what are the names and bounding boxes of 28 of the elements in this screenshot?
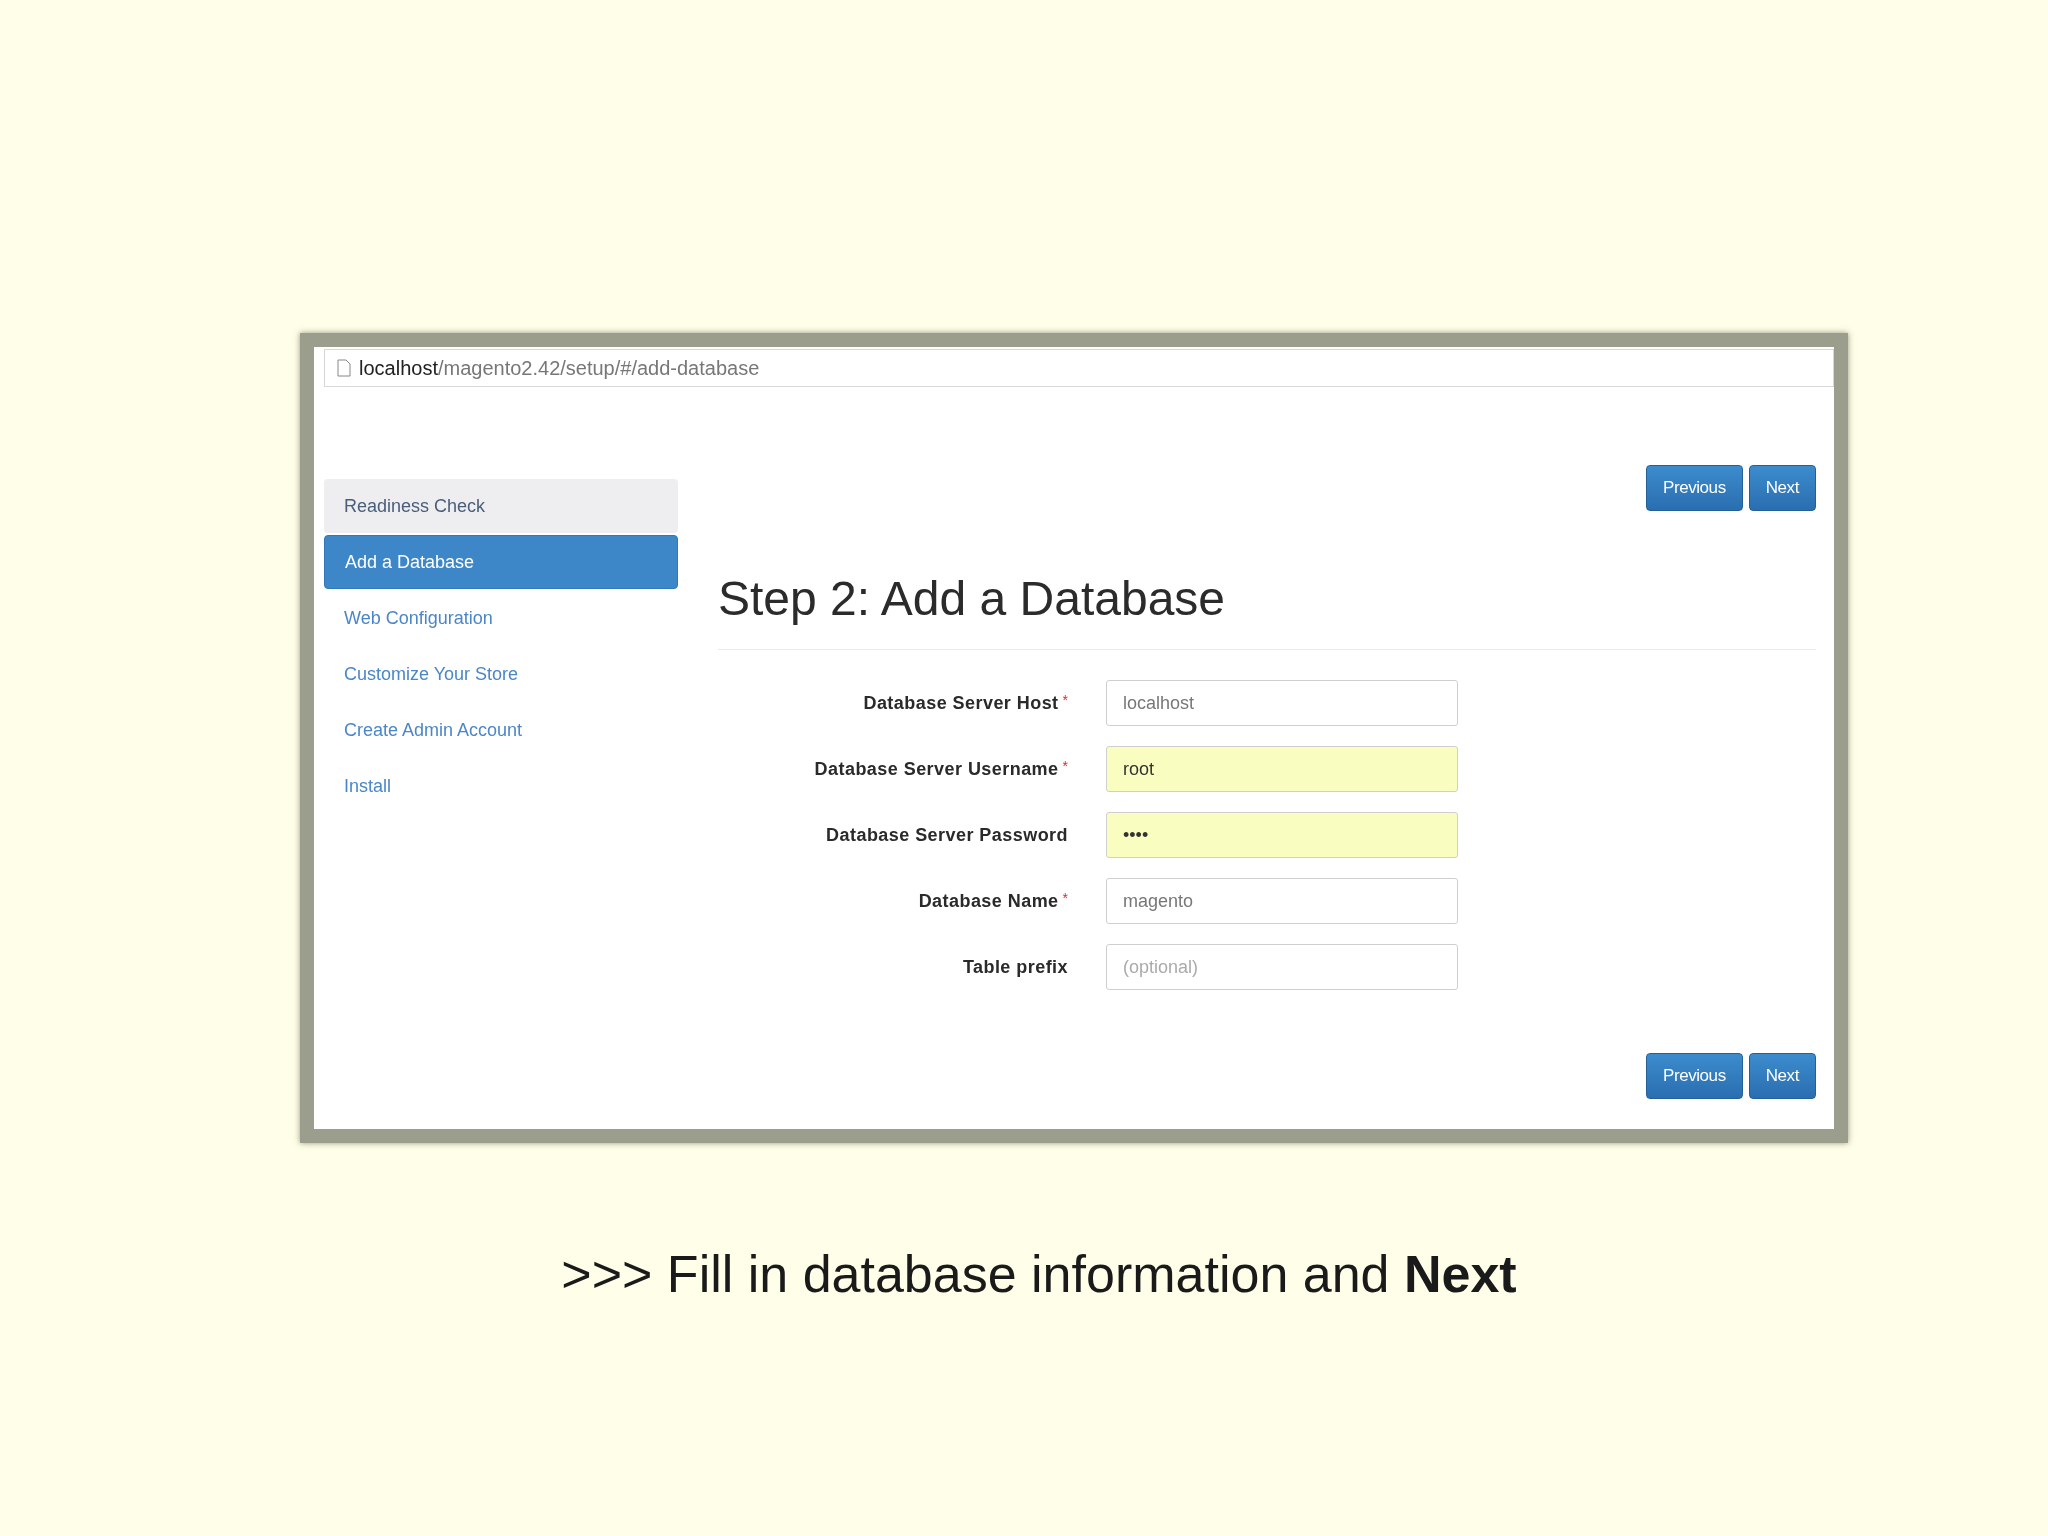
input-field[interactable]: ••••: [1106, 812, 1458, 858]
wizard-button[interactable]: Previous: [1646, 465, 1743, 511]
field-label: Database Server Host: [863, 691, 1059, 715]
field-label: Database Name: [918, 889, 1059, 913]
step-heading: Step 2: Add a Database: [718, 575, 1227, 623]
url-text: localhost/magento2.42/setup/#/add-database: [359, 356, 760, 381]
address-bar[interactable]: localhost/magento2.42/setup/#/add-database: [324, 349, 1834, 387]
required-mark: *: [1062, 756, 1068, 776]
step-item[interactable]: Install: [324, 759, 678, 813]
page-icon: [337, 359, 351, 377]
field-label: Database Server Username: [814, 757, 1059, 781]
field-label: Table prefix: [962, 955, 1068, 979]
required-mark: *: [1062, 690, 1068, 710]
wizard-button[interactable]: Previous: [1646, 1053, 1743, 1099]
input-field[interactable]: root: [1106, 746, 1458, 792]
input-field[interactable]: localhost: [1106, 680, 1458, 726]
step-item[interactable]: Customize Your Store: [324, 647, 678, 701]
field-label: Database Server Password: [826, 823, 1068, 847]
wizard-button[interactable]: Next: [1748, 465, 1816, 511]
input-field[interactable]: (optional): [1106, 944, 1458, 990]
step-item[interactable]: Web Configuration: [324, 591, 678, 645]
input-field[interactable]: magento: [1106, 878, 1458, 924]
wizard-button[interactable]: Next: [1748, 1053, 1816, 1099]
step-item[interactable]: Create Admin Account: [324, 703, 678, 757]
step-item[interactable]: Add a Database: [324, 535, 678, 589]
required-mark: *: [1062, 888, 1068, 908]
step-item[interactable]: Readiness Check: [324, 479, 678, 533]
caption-text: >>> Fill in database information and Next: [561, 1244, 1517, 1305]
